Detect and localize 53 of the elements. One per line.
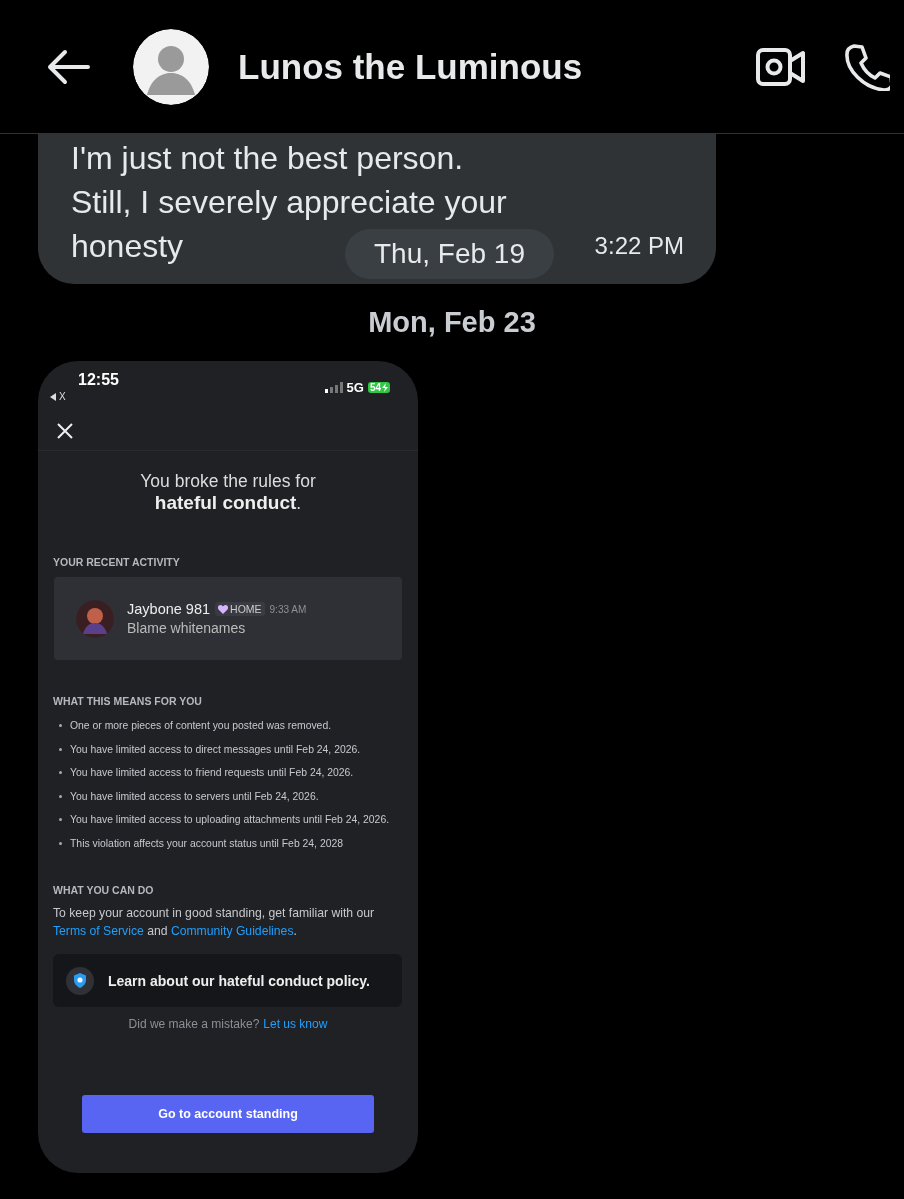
let-us-know-link[interactable]: Let us know xyxy=(263,1017,328,1031)
consequence-text: You have limited access to servers until Feb 24, 2026. xyxy=(70,790,319,802)
link[interactable]: Terms of Service xyxy=(53,923,144,938)
bullet xyxy=(59,724,62,728)
video-camera-icon xyxy=(756,45,806,88)
signal-icon xyxy=(324,381,343,393)
battery-level: 54 xyxy=(369,381,381,393)
username: Jaybone 981 xyxy=(127,601,211,617)
consequence-text: One or more pieces of content you posted was removed. xyxy=(70,720,332,732)
date-separator: Mon, Feb 23 xyxy=(368,306,536,339)
consequence-text: You have limited access to uploading attachments until Feb 24, 2026. xyxy=(70,814,390,826)
back-arrow-icon xyxy=(46,48,90,85)
avatar[interactable] xyxy=(133,28,209,105)
violation-title: You broke the rules for hateful conduct. xyxy=(139,471,317,514)
screenshot-image[interactable] xyxy=(38,361,418,1173)
section-heading: WHAT THIS MEANS FOR YOU xyxy=(53,695,203,707)
user-avatar xyxy=(76,599,114,638)
tag-label: HOME xyxy=(230,603,262,615)
section-heading: YOUR RECENT ACTIVITY xyxy=(53,556,181,568)
close-icon xyxy=(57,423,73,439)
message-text: Blame whitenames xyxy=(127,620,247,636)
heart-icon xyxy=(218,604,229,614)
close-button[interactable] xyxy=(57,423,73,439)
message-time: 3:22 PM xyxy=(594,232,684,260)
back-button[interactable] xyxy=(46,48,90,85)
mistake-question: Did we make a mistake? xyxy=(128,1017,260,1031)
consequence-text: You have limited access to friend requests until Feb 24, 2026. xyxy=(70,767,354,779)
message-time: 9:33 AM xyxy=(269,603,307,615)
network-label: 5G xyxy=(346,379,364,395)
section-heading: WHAT YOU CAN DO xyxy=(53,884,155,896)
bullet xyxy=(59,794,62,798)
bullet xyxy=(59,818,62,822)
bullet xyxy=(59,841,62,845)
consequence-text: This violation affects your account status until Feb 24, 2028 xyxy=(70,837,343,849)
policy-link[interactable]: Learn about our hateful conduct policy. xyxy=(53,954,402,1007)
back-app-label[interactable]: X xyxy=(59,391,66,402)
message-line: Still, I severely appreciate your xyxy=(71,183,507,222)
message-line: honesty xyxy=(71,227,184,266)
voice-call-button[interactable] xyxy=(844,42,890,91)
contact-name: Lunos the Luminous xyxy=(238,46,583,87)
message-line: I'm just not the best person. xyxy=(71,139,464,178)
back-triangle-icon xyxy=(50,392,56,401)
bullet xyxy=(59,747,62,751)
video-call-button[interactable] xyxy=(756,45,806,88)
shield-icon xyxy=(66,966,94,995)
consequence-text: You have limited access to direct messages until Feb 24, 2026. xyxy=(70,743,361,755)
date-pill: Thu, Feb 19 xyxy=(345,229,554,279)
clock-time: 12:55 xyxy=(78,371,119,389)
phone-icon xyxy=(844,42,890,91)
bullet xyxy=(59,771,62,775)
bolt-icon xyxy=(382,382,388,392)
guidance-text: To keep your account in good standing, get familiar with our Terms of Service and Community Guidelines. xyxy=(53,905,376,940)
account-standing-button[interactable]: Go to account standing xyxy=(82,1095,374,1133)
